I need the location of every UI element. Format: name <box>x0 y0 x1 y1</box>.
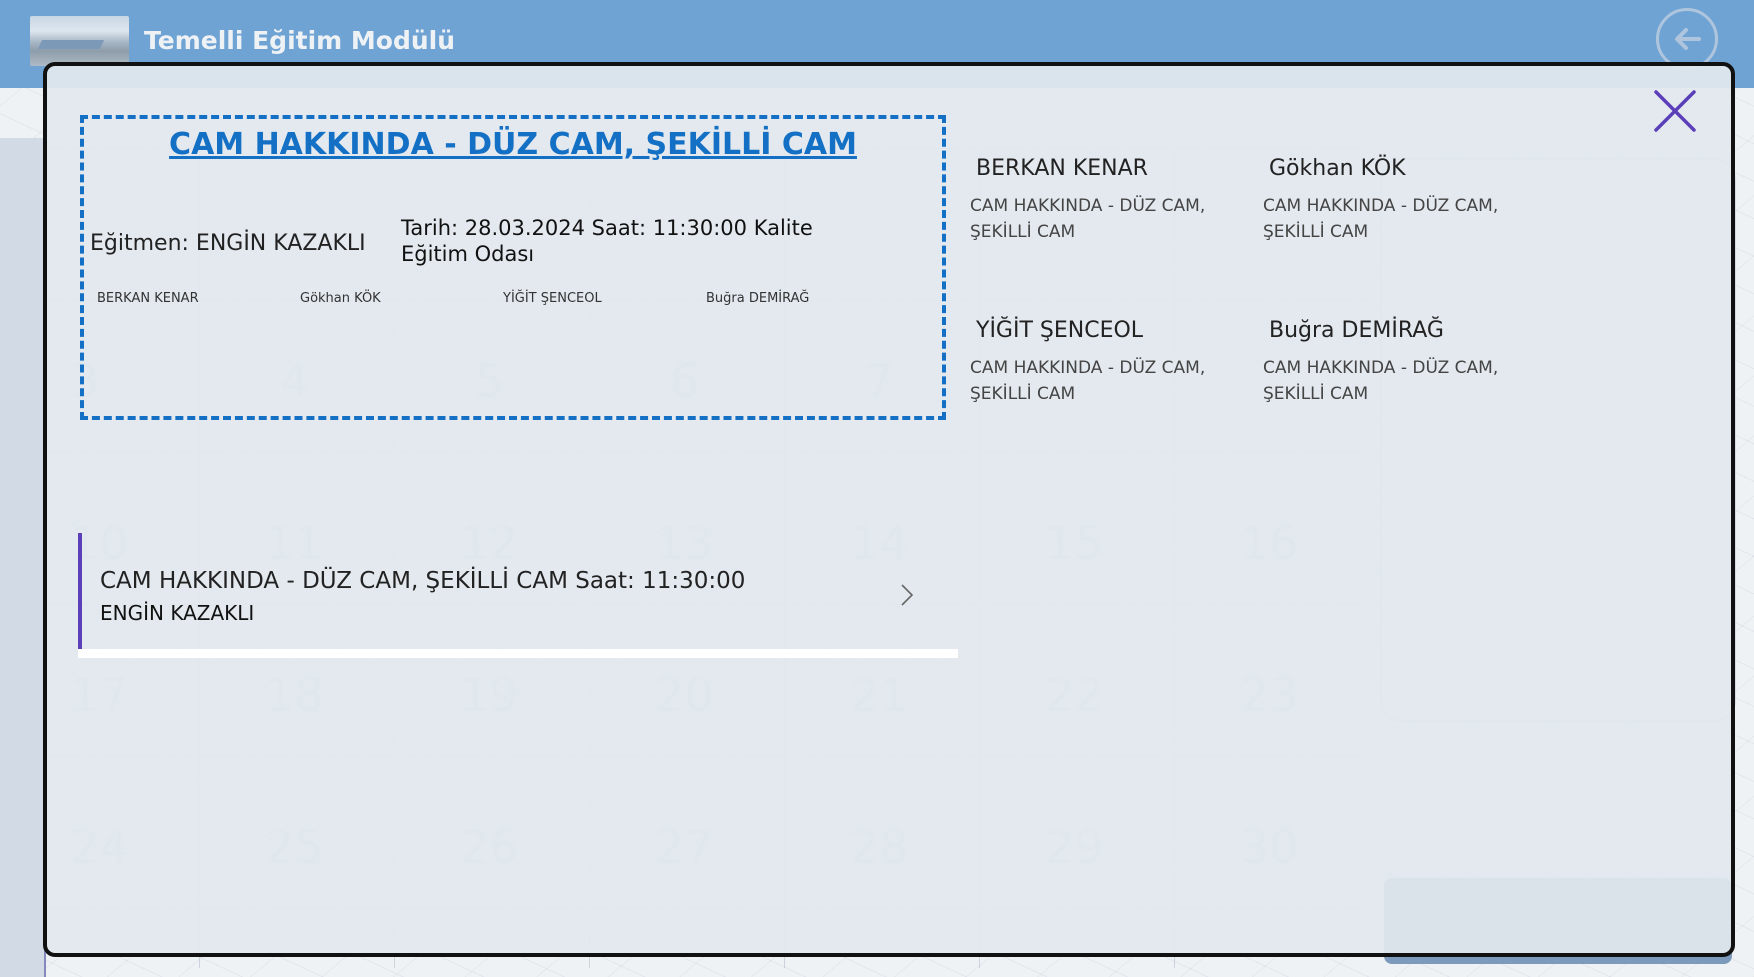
list-item-divider <box>78 649 958 658</box>
close-icon <box>1654 90 1696 132</box>
participant-card-name: Gökhan KÖK <box>1269 156 1406 181</box>
participant-card: BERKAN KENAR CAM HAKKINDA - DÜZ CAM, ŞEK… <box>970 156 1230 245</box>
close-button[interactable] <box>1650 86 1700 136</box>
training-detail-card: CAM HAKKINDA - DÜZ CAM, ŞEKİLLİ CAM Eğit… <box>80 115 946 420</box>
list-item-title: CAM HAKKINDA - DÜZ CAM, ŞEKİLLİ CAM Saat… <box>100 568 746 594</box>
participant-card-name: Buğra DEMİRAĞ <box>1269 318 1444 343</box>
list-item-subtitle: ENGİN KAZAKLI <box>100 601 255 625</box>
participant-card-name: BERKAN KENAR <box>976 156 1148 181</box>
participant-name: YİĞİT ŞENCEOL <box>503 291 602 306</box>
list-item-accent-bar <box>78 533 82 651</box>
participant-card: YİĞİT ŞENCEOL CAM HAKKINDA - DÜZ CAM, ŞE… <box>970 318 1230 407</box>
participant-card: Buğra DEMİRAĞ CAM HAKKINDA - DÜZ CAM, ŞE… <box>1263 318 1523 407</box>
training-list-item[interactable]: CAM HAKKINDA - DÜZ CAM, ŞEKİLLİ CAM Saat… <box>78 533 958 658</box>
training-detail-modal: CAM HAKKINDA - DÜZ CAM, ŞEKİLLİ CAM Eğit… <box>43 62 1735 957</box>
participant-card-course: CAM HAKKINDA - DÜZ CAM, ŞEKİLLİ CAM <box>1263 196 1499 242</box>
participant-name: Gökhan KÖK <box>300 291 381 306</box>
participant-card-course: CAM HAKKINDA - DÜZ CAM, ŞEKİLLİ CAM <box>970 358 1206 404</box>
trainer-label: Eğitmen: ENGİN KAZAKLI <box>90 231 366 256</box>
participant-card-course: CAM HAKKINDA - DÜZ CAM, ŞEKİLLİ CAM <box>970 196 1206 242</box>
chevron-right-icon <box>901 584 914 606</box>
course-title-link[interactable]: CAM HAKKINDA - DÜZ CAM, ŞEKİLLİ CAM <box>84 127 942 162</box>
participant-card-course: CAM HAKKINDA - DÜZ CAM, ŞEKİLLİ CAM <box>1263 358 1499 404</box>
participant-name: Buğra DEMİRAĞ <box>706 291 810 306</box>
participant-card-name: YİĞİT ŞENCEOL <box>976 318 1144 343</box>
participant-name: BERKAN KENAR <box>97 291 199 306</box>
date-info: Tarih: 28.03.2024 Saat: 11:30:00 Kalite … <box>401 216 813 266</box>
participant-card: Gökhan KÖK CAM HAKKINDA - DÜZ CAM, ŞEKİL… <box>1263 156 1523 245</box>
